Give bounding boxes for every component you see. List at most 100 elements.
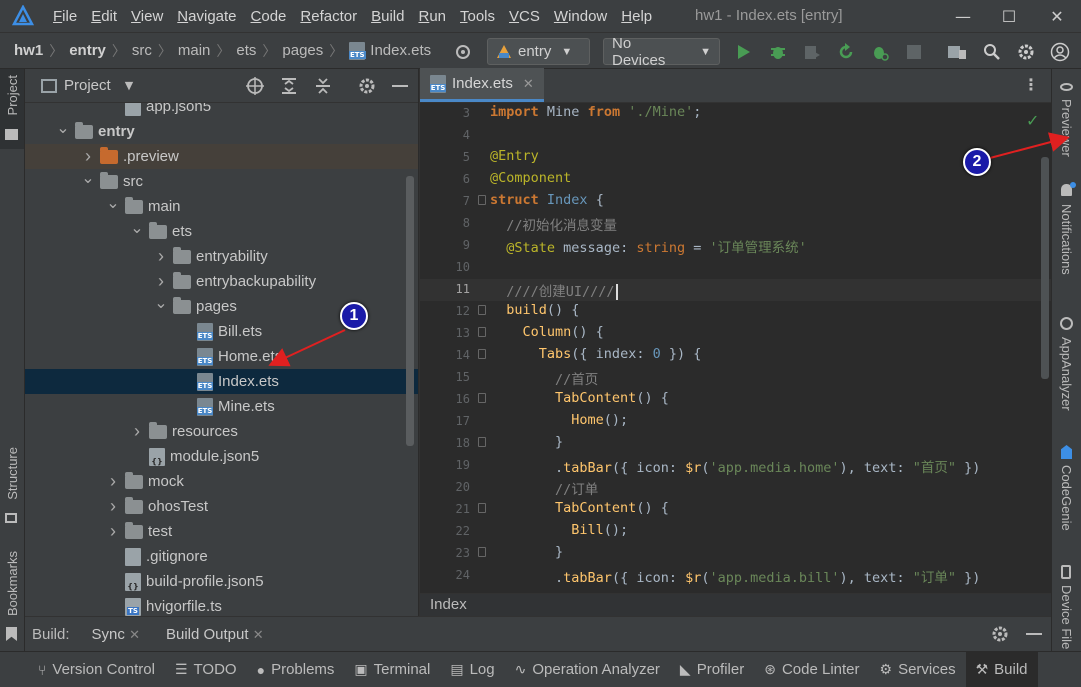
chevron-right-icon[interactable]: › [153, 271, 169, 292]
device-file-tool-button[interactable]: Device File [1052, 563, 1081, 651]
tree-item[interactable]: ⌄ ets [25, 219, 418, 244]
notifications-tool-button[interactable]: Notifications [1052, 182, 1081, 287]
chevron-right-icon[interactable]: › [153, 246, 169, 267]
tree-item[interactable]: › resources [25, 419, 418, 444]
fold-marker-icon[interactable] [478, 503, 486, 513]
tool-operation-analyzer[interactable]: ∿ Operation Analyzer [505, 661, 670, 678]
debug-icon[interactable] [767, 41, 789, 63]
menu-window[interactable]: Window [547, 8, 614, 25]
stop-icon[interactable] [903, 41, 925, 63]
device-select[interactable]: No Devices ▼ [603, 35, 720, 69]
tree-item[interactable]: › .preview [25, 144, 418, 169]
tree-item[interactable]: › test [25, 519, 418, 544]
account-icon[interactable] [1049, 41, 1071, 63]
chevron-right-icon[interactable]: › [80, 146, 96, 167]
target-icon[interactable] [452, 41, 474, 63]
tool-services[interactable]: ⚙ Services [870, 661, 966, 678]
hide-panel-icon[interactable] [1026, 633, 1042, 635]
tree-item[interactable]: ⌄ src [25, 169, 418, 194]
tool-build[interactable]: ⚒ Build [965, 652, 1038, 687]
chevron-down-icon[interactable]: ⌄ [129, 218, 145, 238]
more-options-icon[interactable]: ⋮ [1023, 75, 1039, 94]
appanalyzer-tool-button[interactable]: AppAnalyzer [1052, 315, 1081, 420]
breadcrumb-item[interactable]: entry [69, 42, 106, 59]
editor-scrollbar[interactable] [1041, 157, 1049, 379]
locate-icon[interactable] [246, 77, 264, 99]
fold-marker-icon[interactable] [478, 305, 486, 315]
tree-item[interactable]: › entryability [25, 244, 418, 269]
gear-icon[interactable] [991, 625, 1009, 647]
minimize-button[interactable]: — [940, 0, 986, 32]
menu-tools[interactable]: Tools [453, 8, 502, 25]
gear-icon[interactable] [1015, 41, 1037, 63]
gear-icon[interactable] [358, 77, 376, 99]
tool-code-linter[interactable]: ⊛ Code Linter [754, 661, 869, 678]
menu-navigate[interactable]: Navigate [170, 8, 243, 25]
tree-item[interactable]: ⌄ main [25, 194, 418, 219]
breadcrumb-item[interactable]: pages [282, 42, 323, 59]
chevron-down-icon[interactable]: ▼ [125, 79, 133, 92]
menu-edit[interactable]: Edit [84, 8, 124, 25]
tree-item[interactable]: .gitignore [25, 544, 418, 569]
tree-item[interactable]: ETS Mine.ets [25, 394, 418, 419]
tree-item[interactable]: ⌄ entry [25, 119, 418, 144]
menu-vcs[interactable]: VCS [502, 8, 547, 25]
chevron-right-icon[interactable]: › [105, 471, 121, 492]
tool-version-control[interactable]: ⑂ Version Control [28, 661, 165, 678]
bookmarks-tool-button[interactable]: Bookmarks [0, 551, 24, 643]
attach-debugger-icon[interactable] [801, 41, 823, 63]
chevron-down-icon[interactable]: ⌄ [80, 168, 96, 188]
tab-sync[interactable]: Sync ✕ [92, 626, 140, 643]
collapse-all-icon[interactable] [315, 77, 331, 99]
menu-refactor[interactable]: Refactor [293, 8, 364, 25]
tree-scrollbar[interactable] [406, 176, 414, 446]
breadcrumb-item[interactable]: main [178, 42, 211, 59]
tree-item[interactable]: TS hvigorfile.ts [25, 594, 418, 616]
fold-marker-icon[interactable] [478, 327, 486, 337]
tree-item[interactable]: › mock [25, 469, 418, 494]
tree-item[interactable]: {} module.json5 [25, 444, 418, 469]
chevron-right-icon[interactable]: › [105, 521, 121, 542]
menu-code[interactable]: Code [244, 8, 294, 25]
fold-marker-icon[interactable] [478, 195, 486, 205]
menu-help[interactable]: Help [614, 8, 659, 25]
project-tool-button[interactable]: Project [0, 69, 24, 149]
chevron-down-icon[interactable]: ⌄ [153, 293, 169, 313]
tree-item[interactable]: {} build-profile.json5 [25, 569, 418, 594]
hide-panel-icon[interactable] [392, 85, 408, 87]
search-icon[interactable] [981, 41, 1003, 63]
fold-marker-icon[interactable] [478, 349, 486, 359]
tree-item[interactable]: › entrybackupability [25, 269, 418, 294]
tool-terminal[interactable]: ▣ Terminal [344, 661, 440, 678]
fold-marker-icon[interactable] [478, 437, 486, 447]
breadcrumb-item[interactable]: hw1 [14, 42, 43, 59]
device-manager-icon[interactable] [946, 41, 968, 63]
profile-icon[interactable] [869, 41, 891, 63]
fold-marker-icon[interactable] [478, 393, 486, 403]
close-icon[interactable]: ✕ [523, 76, 534, 92]
run-icon[interactable] [733, 41, 755, 63]
breadcrumb-item[interactable]: src [132, 42, 152, 59]
chevron-right-icon[interactable]: › [105, 496, 121, 517]
tab-build-output[interactable]: Build Output ✕ [166, 626, 264, 643]
menu-build[interactable]: Build [364, 8, 411, 25]
breadcrumb-item[interactable]: ets [236, 42, 256, 59]
tree-item[interactable]: ETS Index.ets [25, 369, 418, 394]
chevron-down-icon[interactable]: ⌄ [105, 193, 121, 213]
tree-item[interactable]: ETS Home.ets [25, 344, 418, 369]
module-select[interactable]: entry ▼ [487, 38, 590, 65]
close-button[interactable]: ✕ [1034, 0, 1080, 32]
tree-item[interactable]: › ohosTest [25, 494, 418, 519]
expand-all-icon[interactable] [281, 77, 297, 99]
editor-breadcrumb[interactable]: Index [420, 593, 1052, 616]
menu-run[interactable]: Run [411, 8, 453, 25]
breadcrumb-item[interactable]: Index.ets [370, 42, 431, 59]
tree-item[interactable]: app.json5 [25, 103, 418, 119]
structure-tool-button[interactable]: Structure [0, 447, 24, 527]
menu-view[interactable]: View [124, 8, 170, 25]
tool-profiler[interactable]: ◣ Profiler [670, 661, 754, 678]
tool-problems[interactable]: ● Problems [247, 661, 345, 678]
menu-file[interactable]: File [46, 8, 84, 25]
tool-log[interactable]: ▤ Log [440, 661, 504, 678]
code-area[interactable]: 3 import Mine from './Mine'; 4 5 @Entry 6 @Com… [420, 103, 1052, 593]
